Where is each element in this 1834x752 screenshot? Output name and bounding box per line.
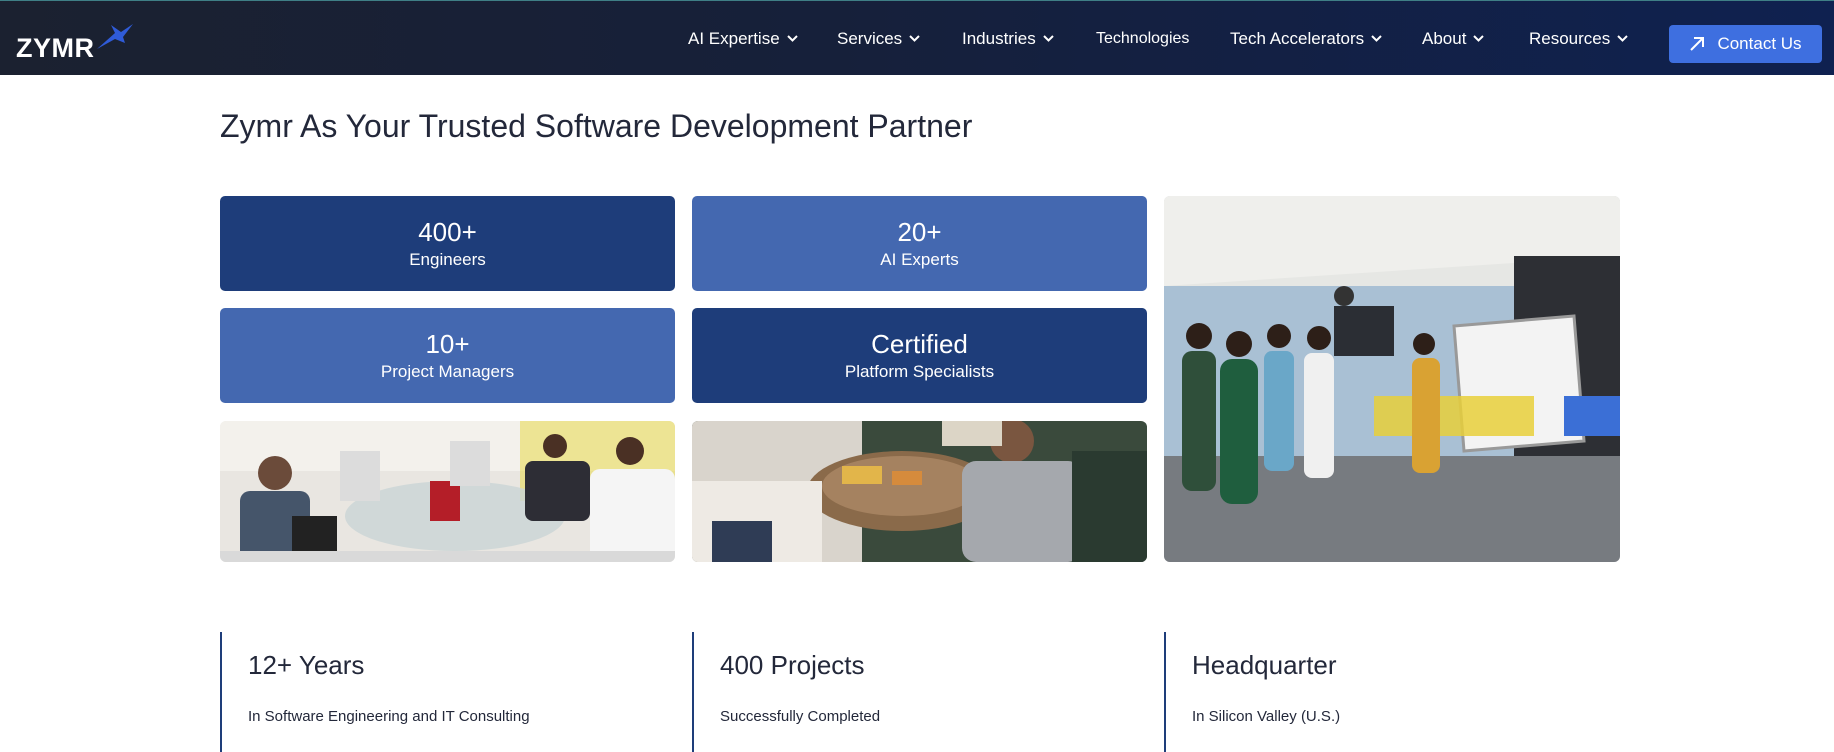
team-photo-discussion bbox=[692, 421, 1147, 562]
highlight-headquarter: Headquarter In Silicon Valley (U.S.) bbox=[1164, 632, 1606, 752]
arrow-up-right-icon bbox=[1690, 37, 1705, 51]
chevron-down-icon bbox=[786, 35, 798, 42]
nav-item-services[interactable]: Services bbox=[837, 1, 920, 76]
stat-label: Project Managers bbox=[380, 361, 515, 381]
nav-label: AI Expertise bbox=[688, 28, 780, 48]
nav-label: Tech Accelerators bbox=[1230, 28, 1365, 48]
chevron-down-icon bbox=[1473, 35, 1485, 42]
highlight-subtitle: Successfully Completed bbox=[720, 708, 881, 725]
chevron-down-icon bbox=[1042, 35, 1054, 42]
bird-logo-icon bbox=[97, 24, 133, 49]
nav-label: Resources bbox=[1529, 28, 1611, 48]
highlight-projects: 400 Projects Successfully Completed bbox=[692, 632, 1134, 752]
section-title: Zymr As Your Trusted Software Developmen… bbox=[220, 108, 973, 144]
nav-label: Industries bbox=[962, 28, 1036, 48]
highlight-subtitle: In Software Engineering and IT Consultin… bbox=[248, 708, 530, 725]
nav-label: About bbox=[1422, 28, 1467, 48]
stat-value: 20+ bbox=[897, 216, 942, 247]
team-photo-meeting bbox=[220, 421, 675, 562]
nav-item-industries[interactable]: Industries bbox=[962, 1, 1054, 76]
highlight-years: 12+ Years In Software Engineering and IT… bbox=[220, 632, 662, 752]
stat-card-ai-experts: 20+ AI Experts bbox=[692, 196, 1147, 291]
chevron-down-icon bbox=[1617, 35, 1628, 42]
stat-label: AI Experts bbox=[880, 249, 959, 269]
highlight-title: 400 Projects bbox=[720, 650, 865, 680]
top-navbar: ZYMR AI Expertise Services Industries Te… bbox=[0, 0, 1834, 75]
team-photo-whiteboard bbox=[1164, 196, 1620, 562]
chevron-down-icon bbox=[1371, 35, 1382, 42]
stat-card-project-managers: 10+ Project Managers bbox=[220, 308, 675, 403]
stat-value: Certified bbox=[871, 328, 968, 359]
nav-item-technologies[interactable]: Technologies bbox=[1096, 1, 1189, 76]
chevron-down-icon bbox=[909, 35, 920, 42]
nav-label: Technologies bbox=[1096, 29, 1190, 47]
stat-label: Platform Specialists bbox=[844, 361, 995, 381]
contact-us-button[interactable]: Contact Us bbox=[1669, 25, 1822, 63]
nav-item-about[interactable]: About bbox=[1422, 1, 1485, 76]
stat-card-engineers: 400+ Engineers bbox=[220, 196, 675, 291]
highlight-title: Headquarter bbox=[1192, 650, 1337, 680]
nav-label: Services bbox=[837, 28, 903, 48]
stat-label: Engineers bbox=[409, 249, 486, 269]
contact-us-label: Contact Us bbox=[1717, 34, 1802, 53]
highlight-title: 12+ Years bbox=[248, 650, 365, 680]
nav-item-ai-expertise[interactable]: AI Expertise bbox=[688, 1, 798, 76]
logo-wordmark: ZYMR bbox=[16, 33, 95, 63]
nav-item-tech-accelerators[interactable]: Tech Accelerators bbox=[1230, 1, 1382, 76]
highlight-subtitle: In Silicon Valley (U.S.) bbox=[1192, 708, 1341, 725]
stat-card-platform-specialists: Certified Platform Specialists bbox=[692, 308, 1147, 403]
stat-value: 10+ bbox=[425, 328, 470, 359]
stat-value: 400+ bbox=[418, 216, 477, 247]
nav-item-resources[interactable]: Resources bbox=[1529, 1, 1628, 76]
